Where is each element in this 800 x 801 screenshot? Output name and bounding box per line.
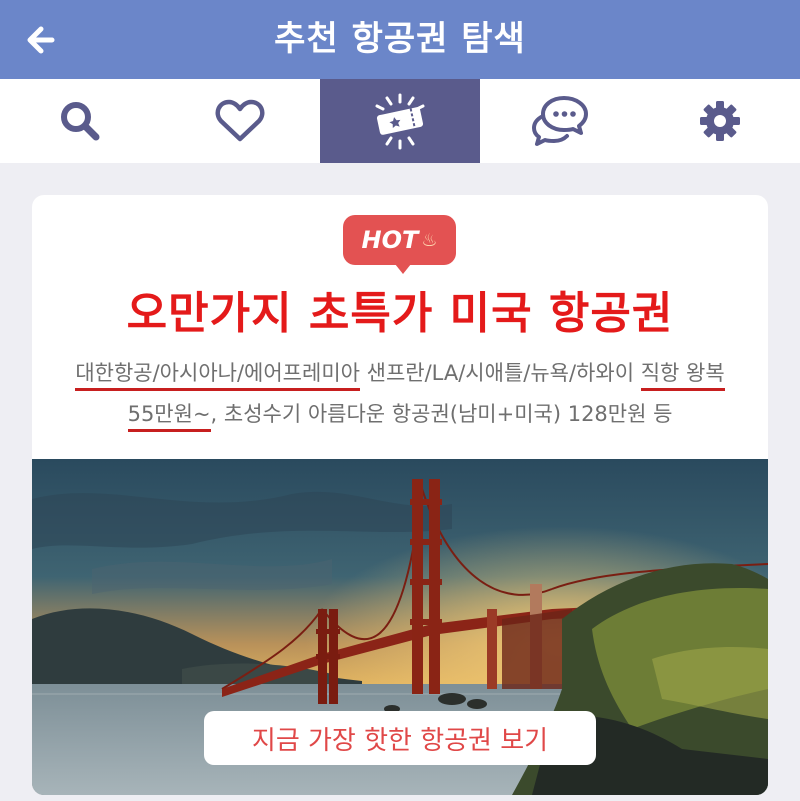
hot-badge-label: HOT — [361, 226, 419, 254]
gear-icon — [700, 101, 740, 141]
tab-bar — [0, 79, 800, 163]
airlines-text: 대한항공/아시아나/에어프레미아 — [75, 361, 360, 391]
view-hot-tickets-button[interactable]: 지금 가장 핫한 항공권 보기 — [204, 711, 596, 765]
heart-icon — [215, 99, 265, 142]
tab-settings[interactable] — [640, 79, 800, 163]
promo-headline: 오만가지 초특가 미국 항공권 — [126, 288, 674, 339]
fire-icon: ♨ — [421, 229, 438, 251]
tab-chat[interactable] — [480, 79, 640, 163]
promo-description-line2: 55만원~, 초성수기 아름다운 항공권(남미+미국) 128만원 등 — [32, 398, 768, 432]
cities-text: 샌프란/LA/시애틀/뉴욕/하와이 — [359, 361, 641, 385]
promo-card[interactable]: HOT ♨ 오만가지 초특가 미국 항공권 대한항공/아시아나/에어프레미아 샌… — [32, 195, 768, 795]
tab-search[interactable] — [0, 79, 160, 163]
chat-icon — [532, 96, 588, 146]
promo-description-line1: 대한항공/아시아나/에어프레미아 샌프란/LA/시애틀/뉴욕/하와이 직항 왕복 — [32, 357, 768, 391]
page-title: 추천 항공권 탐색 — [274, 19, 526, 59]
search-icon — [61, 102, 100, 141]
direct-roundtrip-text: 직항 왕복 — [640, 361, 725, 391]
tab-tickets[interactable] — [320, 79, 480, 163]
price-text: 55만원~ — [127, 402, 211, 432]
details-text: , 초성수기 아름다운 항공권(남미+미국) 128만원 등 — [210, 402, 673, 426]
tab-favorites[interactable] — [160, 79, 320, 163]
golden-gate-bridge-image: 지금 가장 핫한 항공권 보기 — [32, 459, 768, 795]
ticket-icon — [375, 93, 425, 150]
top-bar: 추천 항공권 탐색 — [0, 0, 800, 79]
hot-badge: HOT ♨ — [343, 215, 456, 274]
